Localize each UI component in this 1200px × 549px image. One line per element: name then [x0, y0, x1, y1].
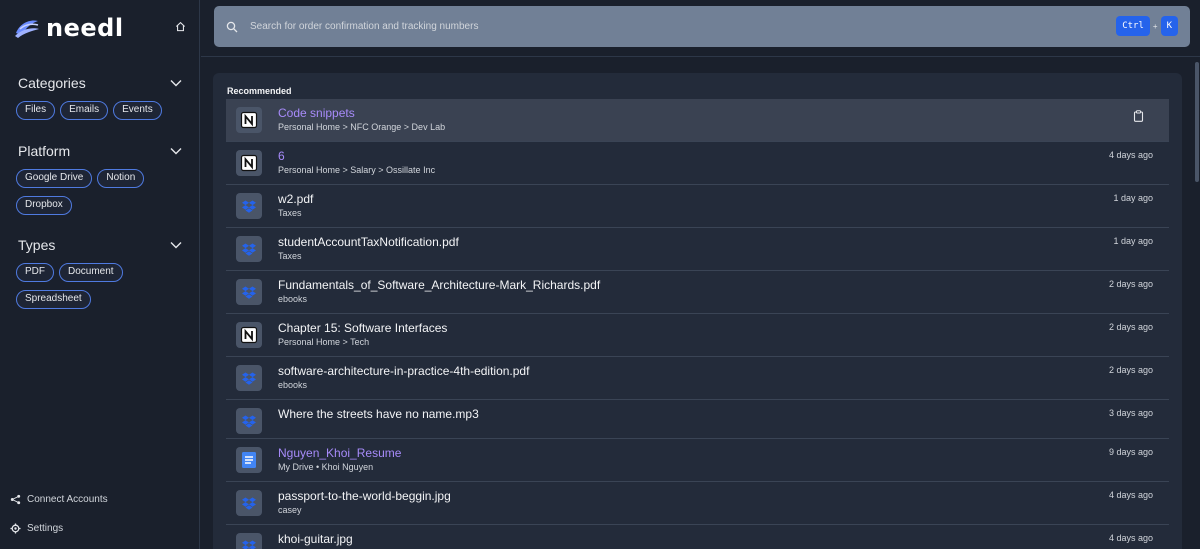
result-title[interactable]: software-architecture-in-practice-4th-ed… — [278, 364, 529, 378]
chevron-down-icon — [170, 80, 182, 87]
result-title[interactable]: 6 — [278, 149, 285, 163]
header-divider — [201, 56, 1200, 57]
result-time: 3 days ago — [1108, 408, 1153, 418]
result-row[interactable]: passport-to-the-world-beggin.jpg casey 4 d… — [226, 482, 1169, 525]
search-bar[interactable]: Ctrl + K — [214, 6, 1190, 47]
types-toggle[interactable]: Types — [0, 235, 200, 255]
platform-toggle[interactable]: Platform — [0, 141, 200, 161]
connect-accounts-link[interactable]: Connect Accounts — [10, 494, 108, 505]
result-time: 4 days ago — [1108, 150, 1153, 160]
notion-icon — [236, 150, 262, 176]
result-path: casey — [278, 505, 302, 515]
notion-icon — [236, 322, 262, 348]
result-time: 2 days ago — [1108, 279, 1153, 289]
home-icon — [175, 21, 185, 31]
result-path: Taxes — [278, 208, 302, 218]
sidebar: needl Categories Files Emails Events Pla… — [0, 0, 200, 549]
result-row[interactable]: studentAccountTaxNotification.pdf Taxes 1 … — [226, 228, 1169, 271]
chip-notion[interactable]: Notion — [97, 169, 145, 188]
types-section: Types PDF Document Spreadsheet — [0, 235, 200, 317]
connect-accounts-label: Connect Accounts — [27, 494, 108, 505]
result-row[interactable]: Fundamentals_of_Software_Architecture-Ma… — [226, 271, 1169, 314]
copy-button[interactable] — [1133, 109, 1145, 122]
result-row[interactable]: Nguyen_Khoi_Resume My Drive • Khoi Nguyen… — [226, 439, 1169, 482]
kbd-k: K — [1160, 16, 1178, 36]
chip-events[interactable]: Events — [113, 101, 162, 120]
result-title[interactable]: Chapter 15: Software Interfaces — [278, 321, 447, 335]
notion-icon — [236, 107, 262, 133]
recommended-label: Recommended — [227, 86, 292, 96]
chevron-down-icon — [170, 242, 182, 249]
result-title[interactable]: Where the streets have no name.mp3 — [278, 407, 479, 421]
categories-toggle[interactable]: Categories — [0, 73, 200, 93]
result-time: 4 days ago — [1108, 533, 1153, 543]
clipboard-icon — [1133, 110, 1144, 122]
share-icon — [10, 494, 21, 505]
logo-text: needl — [46, 14, 124, 42]
settings-label: Settings — [27, 523, 64, 534]
chip-files[interactable]: Files — [16, 101, 56, 120]
platform-section: Platform Google Drive Notion Dropbox — [0, 141, 200, 223]
chip-dropbox[interactable]: Dropbox — [16, 196, 72, 215]
chip-document[interactable]: Document — [59, 263, 123, 282]
result-row[interactable]: Where the streets have no name.mp3 3 days… — [226, 400, 1169, 439]
result-time: 9 days ago — [1108, 447, 1153, 457]
results-panel: Recommended Code snippets Personal Home >… — [213, 73, 1182, 549]
result-row[interactable]: software-architecture-in-practice-4th-ed… — [226, 357, 1169, 400]
result-time: 1 day ago — [1113, 236, 1153, 246]
result-title[interactable]: w2.pdf — [278, 192, 313, 206]
result-path: My Drive • Khoi Nguyen — [278, 462, 374, 472]
dropbox-icon — [236, 365, 262, 391]
result-path: Taxes — [278, 251, 302, 261]
dropbox-icon — [236, 533, 262, 549]
types-title: Types — [18, 237, 56, 253]
result-path: Personal Home > Salary > Ossillate Inc — [278, 165, 436, 175]
dropbox-icon — [236, 490, 262, 516]
kbd-ctrl: Ctrl — [1116, 16, 1150, 36]
dropbox-icon — [236, 408, 262, 434]
result-title[interactable]: Fundamentals_of_Software_Architecture-Ma… — [278, 278, 600, 292]
categories-title: Categories — [18, 75, 86, 91]
result-row[interactable]: Code snippets Personal Home > NFC Orange … — [226, 99, 1169, 142]
platform-title: Platform — [18, 143, 71, 159]
result-title[interactable]: khoi-guitar.jpg — [278, 532, 353, 546]
search-input[interactable] — [250, 21, 1050, 32]
chip-emails[interactable]: Emails — [60, 101, 109, 120]
result-row[interactable]: 6 Personal Home > Salary > Ossillate Inc 4… — [226, 142, 1169, 185]
settings-link[interactable]: Settings — [10, 523, 63, 534]
logo[interactable]: needl — [0, 0, 199, 56]
result-row[interactable]: w2.pdf Taxes 1 day ago — [226, 185, 1169, 228]
categories-section: Categories Files Emails Events — [0, 73, 200, 128]
dropbox-icon — [236, 193, 262, 219]
result-time: 1 day ago — [1113, 193, 1153, 203]
chip-spreadsheet[interactable]: Spreadsheet — [16, 290, 91, 309]
result-path: ebooks — [278, 294, 308, 304]
result-path: Personal Home > Tech — [278, 337, 370, 347]
result-path: Personal Home > NFC Orange > Dev Lab — [278, 122, 446, 132]
result-path: ebooks — [278, 380, 308, 390]
result-title[interactable]: studentAccountTaxNotification.pdf — [278, 235, 459, 249]
chip-google-drive[interactable]: Google Drive — [16, 169, 93, 188]
chevron-down-icon — [170, 148, 182, 155]
chip-pdf[interactable]: PDF — [16, 263, 54, 282]
results-list: Code snippets Personal Home > NFC Orange … — [226, 99, 1169, 549]
scrollbar-thumb[interactable] — [1195, 62, 1199, 182]
search-icon — [226, 21, 238, 32]
dropbox-icon — [236, 279, 262, 305]
needl-logo-icon — [15, 20, 39, 38]
result-time: 4 days ago — [1108, 490, 1153, 500]
result-time: 2 days ago — [1108, 322, 1153, 332]
dropbox-icon — [236, 236, 262, 262]
result-title[interactable]: Code snippets — [278, 106, 355, 120]
home-button[interactable] — [172, 18, 188, 34]
result-row[interactable]: Chapter 15: Software Interfaces Personal … — [226, 314, 1169, 357]
result-title[interactable]: Nguyen_Khoi_Resume — [278, 446, 401, 460]
result-time: 2 days ago — [1108, 365, 1153, 375]
search-shortcut: Ctrl + K — [1116, 16, 1178, 36]
kbd-plus: + — [1152, 21, 1158, 31]
result-row[interactable]: khoi-guitar.jpg 4 days ago — [226, 525, 1169, 549]
google-docs-icon — [236, 447, 262, 473]
gear-icon — [10, 523, 21, 534]
result-title[interactable]: passport-to-the-world-beggin.jpg — [278, 489, 451, 503]
